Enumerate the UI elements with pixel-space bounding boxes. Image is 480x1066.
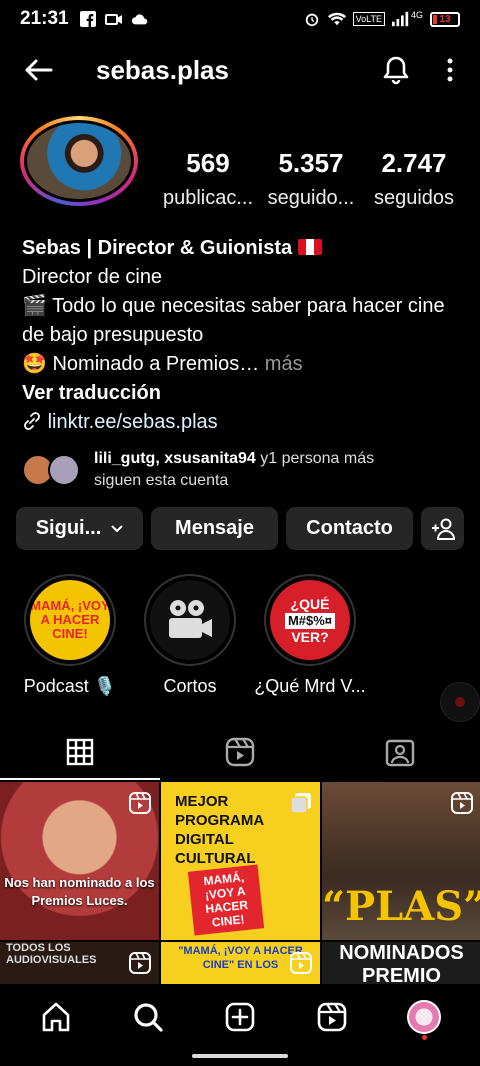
system-home-indicator[interactable] — [192, 1054, 288, 1058]
following-button[interactable]: Sigui... — [16, 507, 143, 550]
clapperboard-icon: 🎬 — [22, 295, 47, 317]
highlight-cortos[interactable]: Cortos — [130, 574, 250, 697]
contact-button[interactable]: Contacto — [286, 507, 413, 550]
tagged-person-icon — [385, 739, 415, 767]
add-person-icon — [431, 518, 455, 540]
network-type: 4G — [410, 10, 423, 20]
reel-icon — [129, 792, 151, 814]
plus-square-icon — [225, 1002, 255, 1032]
story-highlights: MAMÁ, ¡VOY A HACER CINE! Podcast 🎙️ Cort… — [10, 574, 480, 697]
highlight-cover: MAMÁ, ¡VOY A HACER CINE! — [30, 580, 110, 660]
stat-following[interactable]: 2.747 seguidos — [364, 148, 464, 210]
peru-flag-icon — [297, 239, 322, 255]
profile-header: sebas.plas — [0, 48, 480, 92]
link-icon — [24, 412, 40, 430]
nav-create[interactable] — [215, 992, 265, 1042]
podcast-logo: MAMÁ, ¡VOY A HACER CINE! — [187, 864, 265, 936]
reel-icon — [129, 952, 151, 974]
reel-icon — [451, 792, 473, 814]
floating-record-bubble[interactable] — [440, 682, 480, 722]
film-camera-icon — [169, 600, 212, 638]
wifi-icon — [327, 12, 346, 26]
star-eyes-icon: 🤩 — [22, 353, 47, 375]
see-translation-link[interactable]: Ver traducción — [22, 379, 462, 408]
bio-line-3: 🤩 Nominado a Premios… más — [22, 353, 303, 375]
tab-posts-grid[interactable] — [0, 724, 160, 780]
highlight-cover: ¿QUÉ M#$%¤ VER? — [270, 580, 350, 660]
reel-icon — [290, 952, 312, 974]
notifications-button[interactable] — [378, 52, 414, 88]
nav-search[interactable] — [123, 992, 173, 1042]
profile-stats: 569 publicac... 5.357 seguido... 2.747 s… — [158, 148, 464, 210]
options-button[interactable] — [440, 52, 460, 88]
follower-avatar — [48, 454, 80, 486]
nav-profile[interactable] — [399, 992, 449, 1042]
back-button[interactable] — [20, 52, 56, 88]
multi-post-icon — [290, 793, 311, 814]
bell-icon — [383, 56, 409, 85]
search-icon — [134, 1003, 163, 1032]
arrow-left-icon — [25, 59, 53, 81]
highlight-que-ver[interactable]: ¿QUÉ M#$%¤ VER? ¿Qué Mrd V... — [250, 574, 370, 697]
posts-grid: Nos han nominado a los Premios Luces. ME… — [0, 782, 480, 984]
post-thumbnail[interactable]: “PLAS” — [322, 782, 480, 940]
reels-icon — [225, 737, 255, 767]
bio-line-1: Director de cine — [22, 266, 163, 288]
cloud-icon — [131, 14, 147, 25]
grid-icon — [66, 738, 94, 766]
tab-reels[interactable] — [160, 724, 320, 780]
bottom-navigation — [0, 988, 480, 1046]
stat-followers[interactable]: 5.357 seguido... — [261, 148, 361, 210]
camera-icon — [104, 14, 122, 25]
profile-bio: Sebas | Director & Guionista Director de… — [22, 234, 462, 437]
highlight-podcast[interactable]: MAMÁ, ¡VOY A HACER CINE! Podcast 🎙️ — [10, 574, 130, 697]
alarm-icon — [305, 13, 318, 27]
post-thumbnail[interactable]: "MAMÁ, ¡VOY A HACER CINE" EN LOS — [161, 942, 320, 984]
bio-website-link[interactable]: linktr.ee/sebas.plas — [22, 408, 462, 437]
stat-posts[interactable]: 569 publicac... — [158, 148, 258, 210]
notification-dot — [422, 1035, 427, 1040]
profile-username: sebas.plas — [96, 54, 229, 85]
tab-tagged[interactable] — [320, 724, 480, 780]
battery-icon: 13 — [430, 11, 460, 27]
followed-by-users: lili_gutg, xsusanita94 — [94, 450, 256, 467]
more-vertical-icon — [447, 58, 453, 82]
chevron-down-icon — [111, 524, 123, 532]
message-button[interactable]: Mensaje — [151, 507, 278, 550]
bio-line-2: 🎬 Todo lo que necesitas saber para hacer… — [22, 295, 445, 346]
status-time: 21:31 — [20, 8, 69, 29]
profile-tabs — [0, 724, 480, 780]
home-icon — [42, 1002, 70, 1032]
profile-display-name: Sebas | Director & Guionista — [22, 237, 293, 259]
post-thumbnail[interactable]: MEJOR PROGRAMA DIGITAL CULTURAL MAMÁ, ¡V… — [161, 782, 320, 940]
bio-more-link[interactable]: más — [265, 353, 303, 375]
post-caption: Nos han nominado a los Premios Luces. — [4, 875, 155, 908]
reels-icon — [317, 1002, 347, 1032]
facebook-icon — [79, 11, 96, 27]
post-thumbnail[interactable]: NOMINADOS PREMIO — [322, 942, 480, 984]
nav-reels[interactable] — [307, 992, 357, 1042]
avatar-photo — [27, 123, 131, 199]
volte-badge: VoLTE — [352, 12, 385, 26]
post-thumbnail[interactable]: Nos han nominado a los Premios Luces. — [0, 782, 159, 940]
followed-by[interactable]: lili_gutg, xsusanita94 y1 persona más si… — [22, 448, 462, 492]
profile-actions: Sigui... Mensaje Contacto — [16, 507, 464, 550]
profile-avatar[interactable] — [20, 116, 140, 206]
status-bar: 21:31 VoLTE 4G 13 — [0, 0, 480, 38]
suggested-people-button[interactable] — [421, 507, 464, 550]
signal-icon — [391, 11, 409, 27]
nav-home[interactable] — [31, 992, 81, 1042]
post-thumbnail[interactable]: TODOS LOS AUDIOVISUALES — [0, 942, 159, 984]
avatar — [407, 1000, 441, 1034]
